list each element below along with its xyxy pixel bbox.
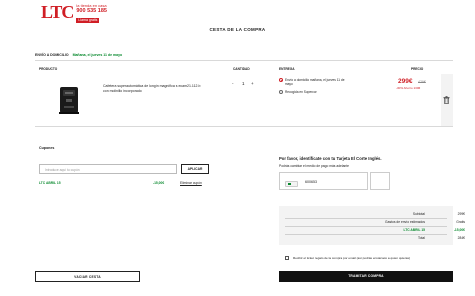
call-free-badge: Llama gratis (76, 18, 100, 23)
gift-receipt-option[interactable]: Recibir el ticket regalo de la compra po… (285, 256, 410, 260)
summary-value: -15,00€ (453, 228, 465, 232)
summary-label: Subtotal (412, 212, 425, 216)
product-old-price: 429€ (418, 80, 426, 84)
divider (35, 60, 453, 61)
identify-subtitle: Podrás cambiar el medio de pago más adel… (279, 164, 350, 168)
delivery-label: ENVÍO A DOMICILIO (35, 53, 69, 57)
delivery-option-home[interactable]: Envío a domicilio mañana, el jueves 11 d… (279, 78, 351, 86)
divider (35, 126, 453, 127)
decrease-quantity-button[interactable]: - (232, 81, 234, 86)
column-header-quantity: CANTIDAD (233, 67, 250, 71)
phone-number: 900 535 185 (76, 8, 107, 14)
delivery-option-pickup[interactable]: Recogida en Supercor (279, 90, 317, 94)
summary-value: 284€ (457, 236, 465, 240)
checkout-button[interactable]: TRAMITAR COMPRA (279, 271, 453, 282)
apply-coupon-button[interactable]: APLICAR (181, 164, 209, 174)
identify-title: Por favor, identifícate con tu Tarjeta E… (279, 156, 382, 161)
summary-value: Gratis (456, 220, 465, 224)
card-extra-field[interactable] (370, 172, 390, 190)
divider (285, 225, 447, 227)
store-logo[interactable]: LTC la tienda en casa 900 535 185 Llama … (41, 3, 107, 23)
column-header-delivery: ENTREGA (279, 67, 295, 71)
remove-coupon-link[interactable]: Eliminar cupón (180, 181, 202, 185)
summary-label: Total (418, 236, 425, 240)
credit-card-icon (285, 181, 298, 187)
coupons-title: Cupones (39, 146, 55, 150)
applied-coupon-amount: -15,00€ (153, 181, 165, 185)
divider (285, 233, 447, 235)
delivery-header: ENVÍO A DOMICILIO Mañana, el jueves 11 d… (35, 53, 122, 57)
gift-receipt-checkbox[interactable] (285, 256, 289, 260)
summary-label: Gastos de envío estimados (385, 220, 425, 224)
summary-total: Total 284€ (305, 236, 465, 240)
card-number-value[interactable]: 600653 (305, 180, 317, 184)
gift-receipt-label: Recibir el ticket regalo de la compra po… (293, 256, 411, 260)
product-price: 299€ (398, 78, 413, 85)
increase-quantity-button[interactable]: + (251, 81, 254, 86)
page-title: CESTA DE LA COMPRA (209, 27, 266, 32)
applied-coupon-code: LTC ABRIL 15 (39, 181, 61, 185)
trash-icon[interactable] (443, 96, 450, 104)
summary-coupon: LTC ABRIL 15 -15,00€ (305, 228, 465, 232)
radio-unselected-icon[interactable] (279, 90, 283, 94)
coffee-machine-image[interactable] (55, 84, 83, 116)
coupon-input[interactable]: Introduce aquí tu cupón (39, 164, 177, 174)
column-header-product: PRODUCTO (39, 67, 58, 71)
summary-label: LTC ABRIL 15 (403, 228, 425, 232)
radio-selected-icon[interactable] (279, 78, 283, 82)
empty-cart-button[interactable]: VACIAR CESTA (35, 271, 140, 282)
delivery-date: Mañana, el jueves 11 de mayo (72, 53, 123, 57)
divider (285, 217, 447, 219)
delivery-option-label: Envío a domicilio mañana, el jueves 11 d… (285, 78, 345, 86)
summary-subtotal: Subtotal 299€ (305, 212, 465, 216)
delivery-option-label: Recogida en Supercor (285, 90, 317, 94)
summary-value: 299€ (457, 212, 465, 216)
product-name[interactable]: Cafetera superautomática de longín magní… (103, 84, 203, 94)
column-header-price: PRECIO (411, 67, 424, 71)
logo-text: la tienda en casa 900 535 185 Llama grat… (76, 3, 107, 23)
logo-mark: LTC (41, 2, 74, 22)
summary-shipping: Gastos de envío estimados Gratis (305, 220, 465, 224)
product-discount: -30% Ahorro 130€ (396, 86, 421, 90)
quantity-value: 1 (242, 81, 245, 86)
